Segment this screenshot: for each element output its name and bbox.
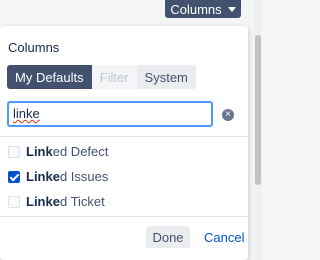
done-button[interactable]: Done (146, 226, 190, 248)
columns-tabs: My Defaults Filter System (7, 65, 196, 89)
divider (0, 216, 248, 217)
columns-button-label: Columns (170, 1, 222, 17)
cancel-link[interactable]: Cancel (204, 230, 244, 245)
checkbox-linked-defect[interactable] (8, 145, 20, 158)
column-option-linked-issues[interactable]: Linked Issues (8, 169, 108, 184)
columns-dropdown-button[interactable]: Columns (165, 0, 241, 18)
search-input-value: linke (13, 106, 40, 121)
checkbox-linked-issues[interactable] (8, 170, 20, 183)
column-option-linked-ticket[interactable]: Linked Ticket (8, 194, 105, 209)
scrollbar-thumb[interactable] (255, 35, 261, 185)
option-label: Linked Defect (26, 144, 109, 159)
column-option-linked-defect[interactable]: Linked Defect (8, 144, 108, 159)
clear-search-icon[interactable]: × (222, 109, 234, 121)
tab-system[interactable]: System (136, 65, 196, 89)
checkbox-linked-ticket[interactable] (8, 195, 20, 208)
option-label: Linked Issues (26, 169, 109, 184)
tab-my-defaults[interactable]: My Defaults (7, 65, 92, 89)
column-search-input[interactable]: linke (7, 101, 213, 127)
chevron-down-icon (227, 7, 236, 12)
tab-filter: Filter (91, 65, 137, 89)
divider (0, 136, 248, 137)
panel-title: Columns (8, 40, 60, 55)
columns-picker-panel: Columns My Defaults Filter System linke … (0, 26, 248, 260)
option-label: Linked Ticket (26, 194, 105, 209)
page-scrollbar[interactable] (254, 0, 262, 260)
